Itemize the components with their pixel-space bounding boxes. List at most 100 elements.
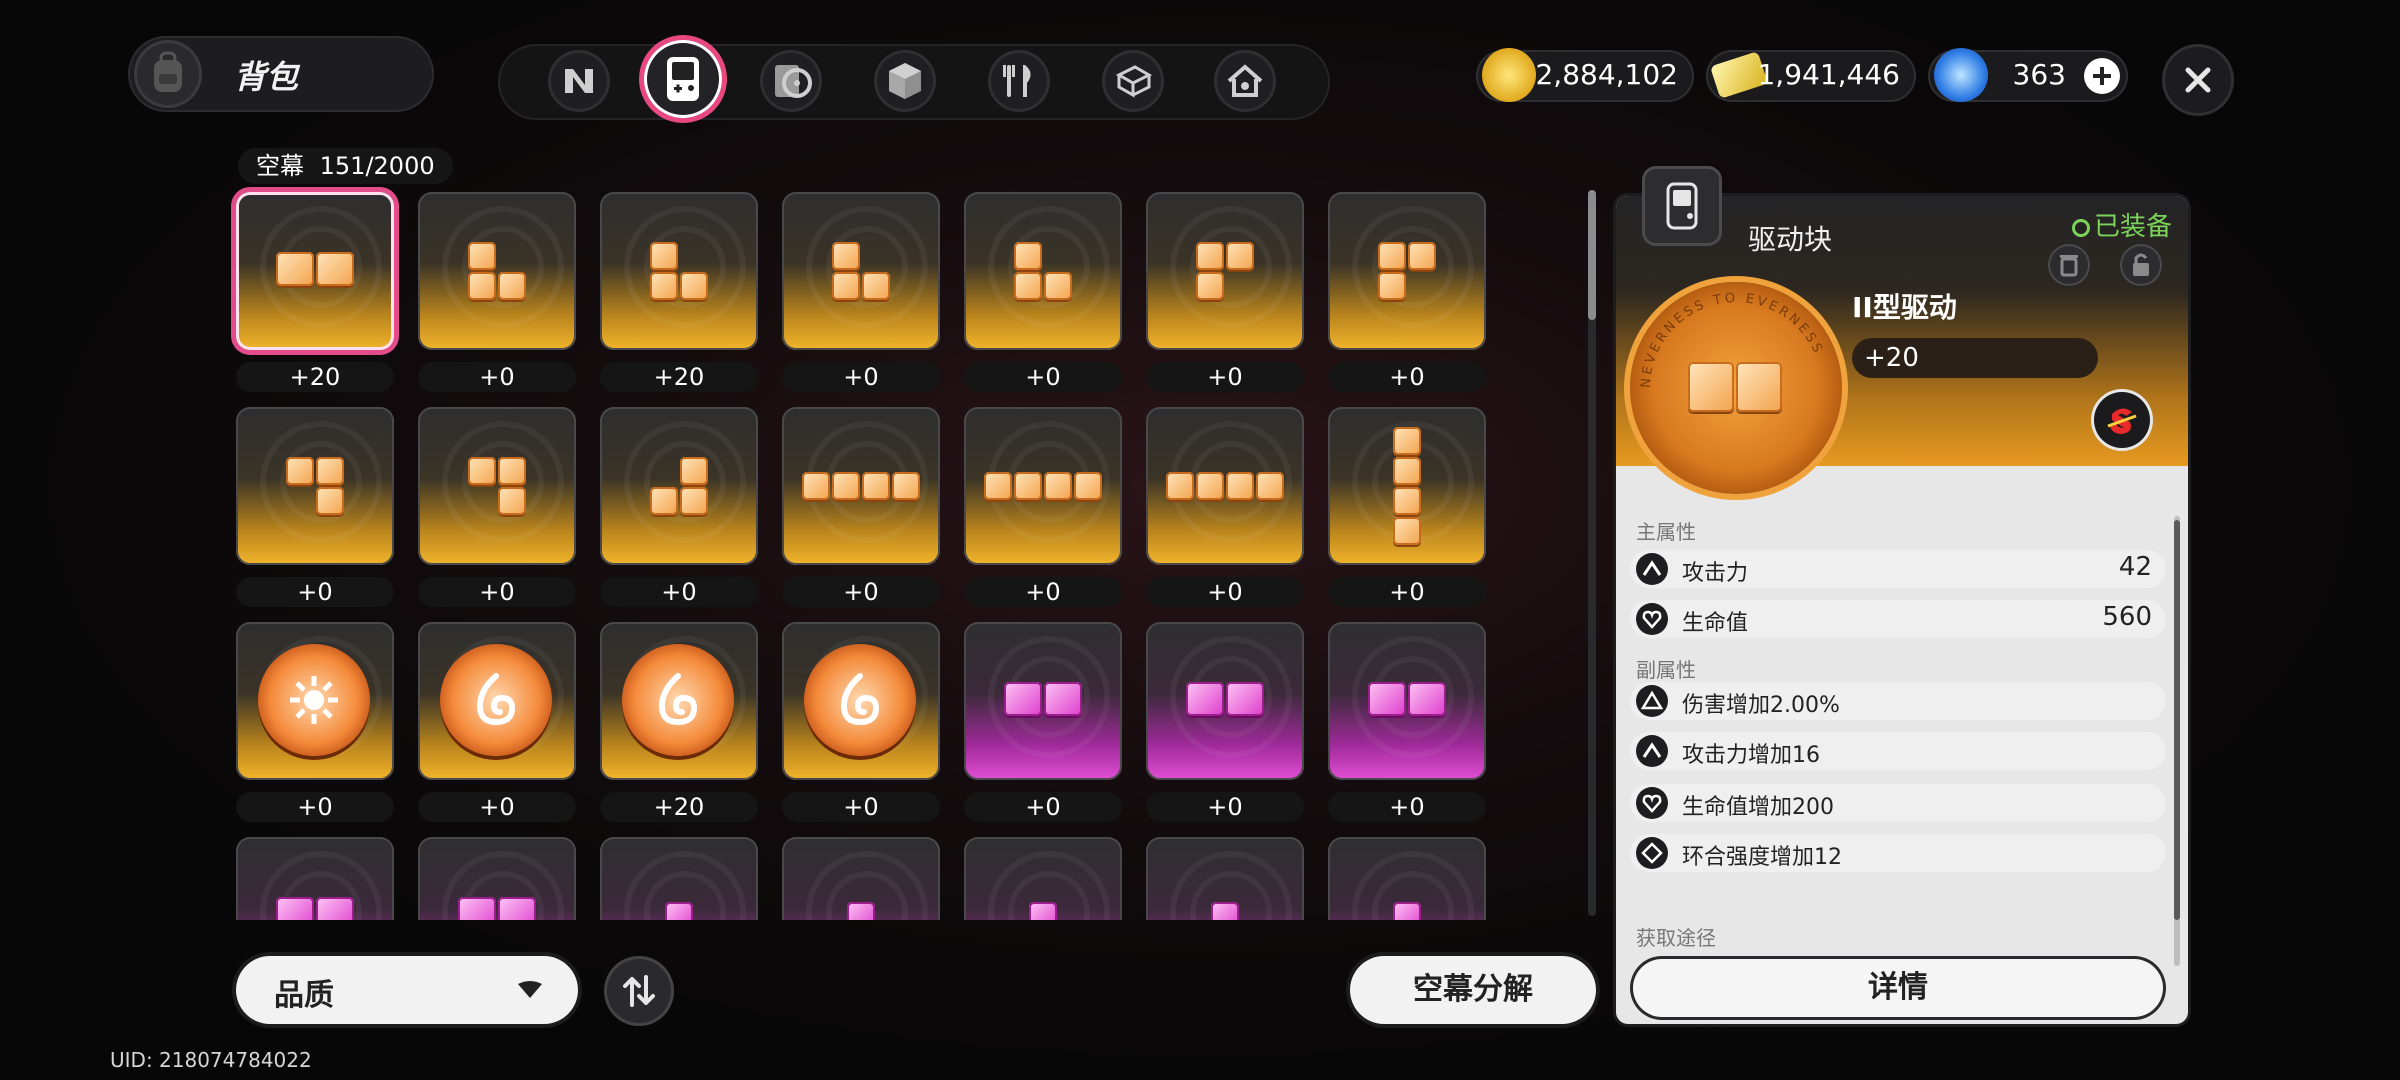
tile-block <box>316 457 344 485</box>
item-level-label: +0 <box>782 792 940 822</box>
item-card[interactable] <box>600 622 758 780</box>
gold-amount: 2,884,102 <box>1535 58 1678 91</box>
inventory-slot[interactable]: +0 <box>964 192 1122 392</box>
add-gem-button[interactable] <box>2084 58 2120 94</box>
inventory-slot[interactable]: +0 <box>236 622 394 822</box>
tab-box[interactable] <box>1102 50 1164 112</box>
item-card[interactable] <box>236 407 394 565</box>
item-card[interactable] <box>1328 622 1486 780</box>
tab-record[interactable] <box>760 50 822 112</box>
tile-block <box>1226 472 1254 500</box>
item-card[interactable] <box>1328 407 1486 565</box>
item-card[interactable] <box>1146 837 1304 920</box>
stat-name: 攻击力增加16 <box>1682 743 1820 768</box>
item-card[interactable] <box>1146 622 1304 780</box>
cube-icon <box>889 63 921 99</box>
inventory-slot[interactable]: +0 <box>418 407 576 607</box>
item-card[interactable] <box>418 407 576 565</box>
inventory-slot[interactable] <box>418 837 576 920</box>
detail-scroll-thumb[interactable] <box>2174 520 2180 920</box>
inventory-slot[interactable]: +0 <box>1146 407 1304 607</box>
item-card[interactable] <box>418 192 576 350</box>
item-card[interactable] <box>964 837 1122 920</box>
tab-food[interactable] <box>988 50 1050 112</box>
inventory-slot[interactable]: +0 <box>418 622 576 822</box>
inventory-slot[interactable]: +0 <box>1328 192 1486 392</box>
inventory-slot[interactable]: +0 <box>1328 622 1486 822</box>
inventory-slot[interactable] <box>1146 837 1304 920</box>
tile-block <box>802 472 830 500</box>
item-card[interactable] <box>236 192 394 350</box>
inventory-slot[interactable]: +0 <box>1146 622 1304 822</box>
set-bonus-button[interactable] <box>2094 392 2150 448</box>
gold-egg-icon <box>1482 48 1536 102</box>
inventory-slot[interactable]: +0 <box>782 407 940 607</box>
item-card[interactable] <box>600 192 758 350</box>
inventory-slot[interactable]: +0 <box>782 192 940 392</box>
inventory-slot[interactable] <box>600 837 758 920</box>
item-card[interactable] <box>964 192 1122 350</box>
lock-button[interactable] <box>2120 244 2162 286</box>
quality-dropdown[interactable]: 品质 <box>236 956 578 1024</box>
stat-name: 伤害增加2.00% <box>1682 693 1840 718</box>
tab-drive[interactable] <box>644 40 722 118</box>
inventory-slot[interactable] <box>782 837 940 920</box>
inventory-slot[interactable] <box>964 837 1122 920</box>
item-card[interactable] <box>1146 407 1304 565</box>
item-level-label: +0 <box>1328 792 1486 822</box>
inventory-slot[interactable]: +0 <box>236 407 394 607</box>
inventory-slot[interactable]: +0 <box>782 622 940 822</box>
tile-block <box>1393 902 1421 920</box>
item-name: II型驱动 <box>1852 291 1957 324</box>
inventory-slot[interactable]: +20 <box>600 622 758 822</box>
item-card[interactable] <box>782 192 940 350</box>
grid-scroll-thumb[interactable] <box>1588 190 1596 320</box>
item-card[interactable] <box>964 622 1122 780</box>
item-card[interactable] <box>600 407 758 565</box>
tile-block <box>1044 682 1082 716</box>
inventory-slot[interactable]: +0 <box>1146 192 1304 392</box>
decompose-button[interactable]: 空幕分解 <box>1350 956 1596 1024</box>
inventory-slot[interactable]: +0 <box>418 192 576 392</box>
item-card[interactable] <box>1328 192 1486 350</box>
tile-block <box>832 472 860 500</box>
tile-block <box>498 487 526 515</box>
item-card[interactable] <box>964 407 1122 565</box>
tile-block <box>1166 472 1194 500</box>
inventory-slot[interactable] <box>1328 837 1486 920</box>
item-level-label: +20 <box>236 362 394 392</box>
tile-block <box>1378 242 1406 270</box>
detail-category: 驱动块 <box>1748 223 1833 256</box>
item-card[interactable] <box>782 837 940 920</box>
inventory-slot[interactable]: +0 <box>964 622 1122 822</box>
item-card[interactable] <box>418 837 576 920</box>
item-card[interactable] <box>418 622 576 780</box>
dropdown-arrow-icon <box>518 981 542 998</box>
inventory-slot[interactable]: +0 <box>964 407 1122 607</box>
discard-button[interactable] <box>2048 244 2090 286</box>
item-card[interactable] <box>600 837 758 920</box>
bag-header: 背包 <box>128 36 434 112</box>
tile-block <box>458 897 496 920</box>
item-card[interactable] <box>236 837 394 920</box>
item-card[interactable] <box>782 407 940 565</box>
sort-button[interactable] <box>604 956 674 1026</box>
source-label: 获取途径 <box>1636 926 1716 950</box>
item-card[interactable] <box>236 622 394 780</box>
details-button[interactable]: 详情 <box>1630 956 2166 1020</box>
item-card[interactable] <box>1146 192 1304 350</box>
inventory-slot[interactable]: +20 <box>236 192 394 392</box>
inventory-slot[interactable]: +0 <box>1328 407 1486 607</box>
drive-slot-tab[interactable] <box>1642 166 1722 246</box>
item-card[interactable] <box>782 622 940 780</box>
tab-n-logo[interactable] <box>548 50 610 112</box>
tile-block <box>1044 272 1072 300</box>
tab-house[interactable] <box>1214 50 1276 112</box>
tile-block <box>1688 362 1734 412</box>
inventory-slot[interactable]: +20 <box>600 192 758 392</box>
item-card[interactable] <box>1328 837 1486 920</box>
inventory-slot[interactable] <box>236 837 394 920</box>
tab-cube[interactable] <box>874 50 936 112</box>
close-button[interactable] <box>2162 44 2234 116</box>
inventory-slot[interactable]: +0 <box>600 407 758 607</box>
